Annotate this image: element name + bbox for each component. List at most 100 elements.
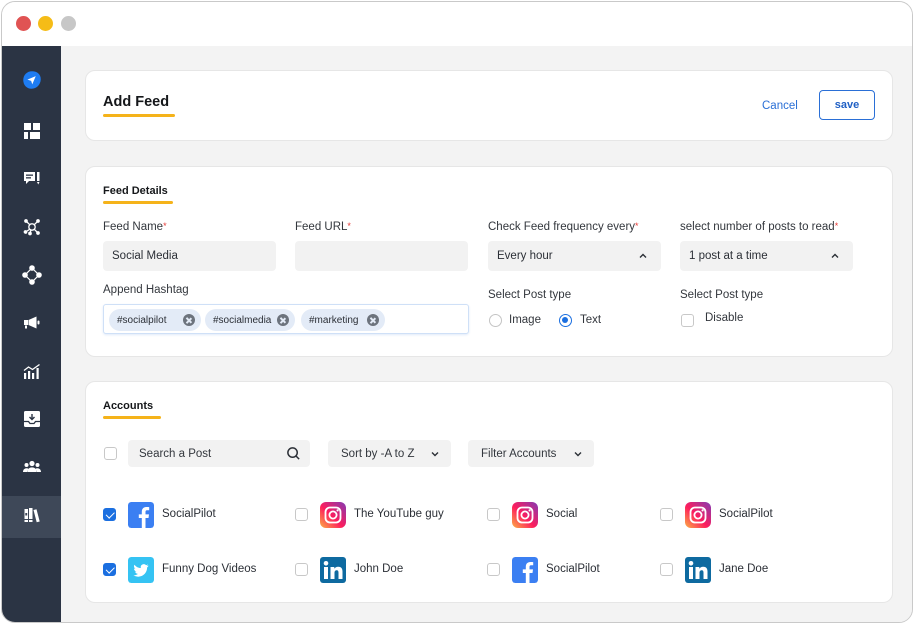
instagram-icon [512,502,538,528]
post-type-image-radio[interactable] [489,314,502,327]
chevron-up-icon [639,253,647,258]
sidebar-item-analytics[interactable] [2,350,61,396]
disable-checkbox[interactable] [681,314,694,327]
library-books-icon [22,505,42,530]
feed-name-label-text: Feed Name [103,221,164,233]
sidebar-item-logo[interactable] [2,59,61,105]
append-hashtag-label: Append Hashtag [103,284,189,296]
account-item[interactable]: SocialPilot [103,502,283,528]
feed-url-input[interactable] [295,241,468,271]
add-feed-header-card: Add Feed Cancel save [85,70,893,141]
feed-details-card: Feed Details Feed Name* Social Media Fee… [85,166,893,357]
account-checkbox[interactable] [295,508,308,521]
sidebar-item-library[interactable] [2,496,61,538]
minimize-window-button[interactable] [38,16,53,31]
post-type-image-label[interactable]: Image [509,314,541,326]
linkedin-icon [320,557,346,583]
hashtag-chip-label: #socialmedia [213,314,272,326]
sidebar-item-team[interactable] [2,446,61,492]
account-item[interactable]: Jane Doe [660,557,840,583]
accounts-heading: Accounts [103,400,161,419]
account-checkbox[interactable] [103,508,116,521]
megaphone-icon [22,313,42,338]
cancel-button[interactable]: Cancel [762,100,798,112]
post-type-disable-label: Select Post type [680,289,764,301]
disable-checkbox-label[interactable]: Disable [705,312,743,324]
feed-url-label: Feed URL* [295,221,351,233]
sidebar-item-inbox[interactable] [2,398,61,444]
app-window: Add Feed Cancel save Feed Details Feed N… [1,1,913,623]
hashtag-chip: #socialpilot [109,309,201,331]
sidebar-item-dashboard[interactable] [2,110,61,156]
required-marker: * [834,221,839,231]
hashtag-input[interactable]: #socialpilot #socialmedia #marketing [103,304,469,334]
account-checkbox[interactable] [660,563,673,576]
feed-name-value: Social Media [112,250,178,262]
feed-name-input[interactable]: Social Media [103,241,276,271]
search-icon [287,447,300,460]
sidebar-item-workflow[interactable] [2,254,61,300]
post-type-text-radio[interactable] [559,314,572,327]
account-checkbox[interactable] [295,563,308,576]
feed-details-title: Feed Details [103,185,168,197]
page-title: Add Feed [103,94,175,117]
facebook-icon [128,502,154,528]
post-type-text-label[interactable]: Text [580,314,601,326]
filter-accounts-dropdown[interactable]: Filter Accounts [468,440,594,467]
sidebar-item-posts[interactable] [2,158,61,204]
post-type-label: Select Post type [488,289,572,301]
required-marker: * [163,221,167,231]
account-item[interactable]: Funny Dog Videos [103,557,283,583]
frequency-select[interactable]: Every hour [488,241,661,271]
select-all-checkbox[interactable] [104,447,117,460]
required-marker: * [635,221,639,231]
accounts-title: Accounts [103,400,154,412]
posts-to-read-label: select number of posts to read* [680,221,838,233]
account-checkbox[interactable] [660,508,673,521]
account-name: SocialPilot [162,508,216,520]
instagram-icon [320,502,346,528]
save-button[interactable]: save [819,90,875,120]
account-checkbox[interactable] [103,563,116,576]
account-item[interactable]: Social [487,502,667,528]
search-post-input[interactable]: Search a Post [128,440,310,467]
account-checkbox[interactable] [487,508,500,521]
analytics-chart-icon [22,361,42,386]
frequency-value: Every hour [497,250,553,262]
nodes-cycle-icon [21,264,42,290]
section-underline [103,201,173,204]
sort-label: Sort by -A to Z [341,447,415,460]
search-placeholder: Search a Post [139,447,212,460]
maximize-window-button[interactable] [61,16,76,31]
remove-chip-icon[interactable] [277,314,289,326]
hashtag-chip-label: #socialpilot [117,314,167,326]
account-name: The YouTube guy [354,508,444,520]
account-item[interactable]: SocialPilot [660,502,840,528]
sidebar-item-campaigns[interactable] [2,302,61,348]
sort-dropdown[interactable]: Sort by -A to Z [328,440,451,467]
chevron-up-icon [831,253,839,258]
paper-plane-icon [22,70,42,95]
section-underline [103,416,161,419]
feed-name-label: Feed Name* [103,221,167,233]
feed-details-heading: Feed Details [103,185,173,204]
account-checkbox[interactable] [487,563,500,576]
required-marker: * [347,221,351,231]
sidebar-item-connections[interactable] [2,206,61,252]
posts-to-read-select[interactable]: 1 post at a time [680,241,853,271]
network-icon [22,217,42,242]
chevron-down-icon [574,452,582,457]
accounts-card: Accounts Search a Post Sort by -A to Z F… [85,381,893,603]
close-window-button[interactable] [16,16,31,31]
inbox-download-icon [22,409,42,434]
account-name: Funny Dog Videos [162,563,257,575]
sidebar [2,46,61,622]
account-item[interactable]: The YouTube guy [295,502,475,528]
remove-chip-icon[interactable] [183,314,195,326]
frequency-label: Check Feed frequency every* [488,221,639,233]
remove-chip-icon[interactable] [367,314,379,326]
linkedin-icon [685,557,711,583]
account-item[interactable]: SocialPilot [487,557,667,583]
account-name: Jane Doe [719,563,769,575]
account-item[interactable]: John Doe [295,557,475,583]
